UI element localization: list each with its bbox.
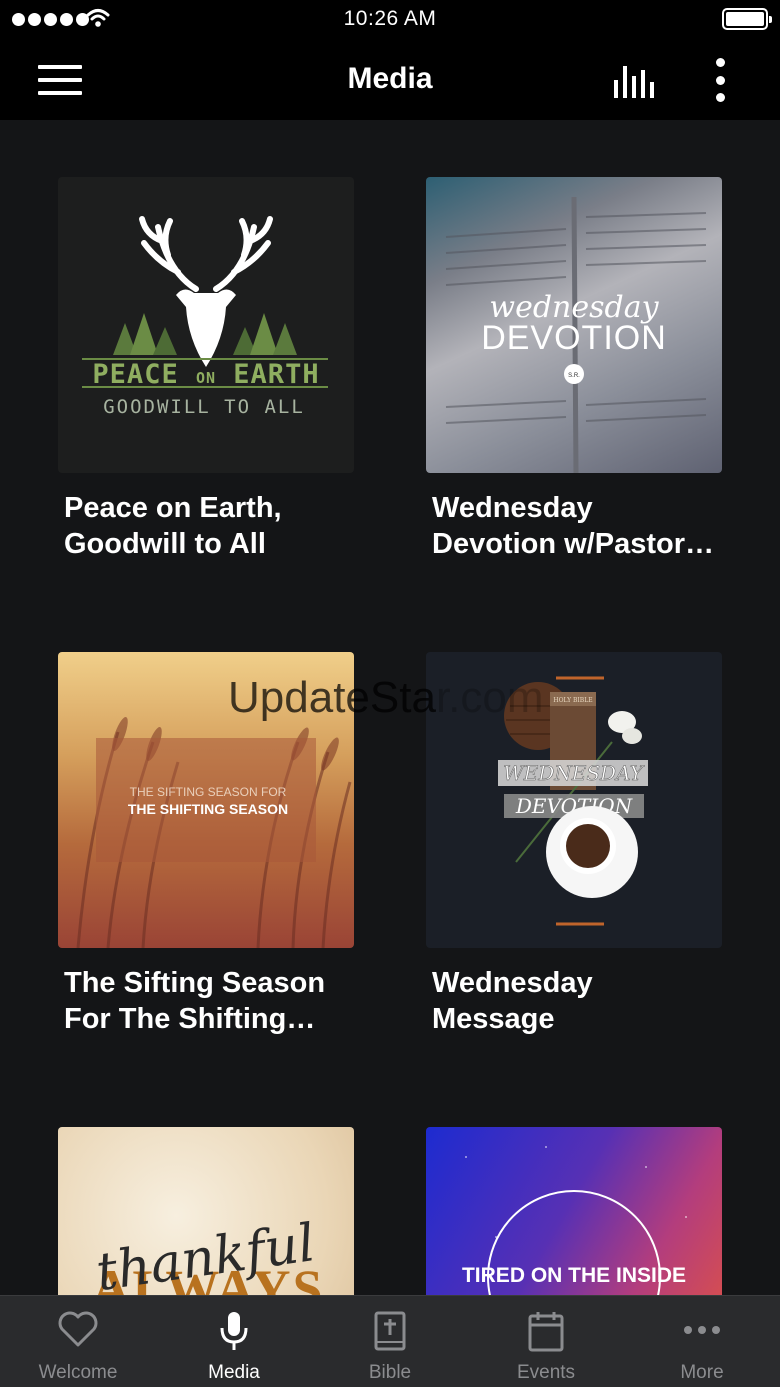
bible-coffee-artwork: HOLY BIBLE WEDNESDAY DEVOTION [498, 676, 648, 926]
battery-icon [722, 8, 772, 30]
media-card-thankful-always[interactable]: ALWAYS thankful [58, 1127, 354, 1295]
media-card-tired-on-the-inside[interactable]: TIRED ON THE INSIDE [426, 1127, 722, 1295]
media-artwork: wednesday DEVOTION S.R. [426, 177, 722, 473]
tab-label: Media [208, 1362, 260, 1383]
artwork-title: TIRED ON THE INSIDE [462, 1264, 686, 1287]
artwork-book-label: HOLY BIBLE [553, 697, 592, 704]
artwork-title: DEVOTION [481, 319, 667, 357]
media-card-title: Peace on Earth, Goodwill to All [64, 492, 282, 560]
tab-label: Welcome [38, 1362, 118, 1383]
tab-media[interactable]: Media [156, 1296, 312, 1387]
media-card-sifting-season[interactable]: THE SIFTING SEASON FOR THE SHIFTING SEAS… [58, 652, 354, 1037]
media-artwork: ALWAYS thankful [58, 1127, 354, 1295]
tab-bar: Welcome Media Bible Events More [0, 1295, 780, 1387]
artwork-title: THE SHIFTING SEASON [128, 801, 288, 817]
media-artwork: HOLY BIBLE WEDNESDAY DEVOTION [426, 652, 722, 948]
media-card-wednesday-message[interactable]: HOLY BIBLE WEDNESDAY DEVOTION Wednesday … [426, 652, 722, 1037]
media-grid: PEACE ON EARTH GOODWILL TO ALL Peace on … [0, 120, 780, 1295]
artwork-subtitle: THE SIFTING SEASON FOR [130, 785, 287, 799]
bible-icon [374, 1311, 406, 1351]
page-title: Media [347, 62, 433, 95]
thankful-artwork: ALWAYS thankful [91, 1213, 322, 1295]
wheat-field-artwork: THE SIFTING SEASON FOR THE SHIFTING SEAS… [76, 716, 352, 948]
tab-more[interactable]: More [624, 1296, 780, 1387]
more-icon [684, 1326, 720, 1334]
heart-icon [58, 1311, 98, 1347]
media-card-wednesday-devotion[interactable]: wednesday DEVOTION S.R. Wednesday Devoti… [426, 177, 722, 562]
media-card-title: Wednesday Message [432, 967, 593, 1035]
media-card-title: The Sifting Season For The Shifting Seas… [64, 967, 326, 1035]
tab-welcome[interactable]: Welcome [0, 1296, 156, 1387]
artwork-subtitle: GOODWILL TO ALL [103, 396, 305, 418]
media-artwork: PEACE ON EARTH GOODWILL TO ALL [58, 177, 354, 473]
tab-label: More [680, 1362, 724, 1383]
status-bar: 10:26 AM [0, 0, 780, 40]
media-artwork: THE SIFTING SEASON FOR THE SHIFTING SEAS… [58, 652, 354, 948]
tab-label: Bible [368, 1362, 412, 1383]
open-bible-artwork: wednesday DEVOTION S.R. [445, 196, 707, 473]
artwork-title: WEDNESDAY [503, 761, 645, 785]
deer-trees-artwork: PEACE ON EARTH GOODWILL TO ALL [82, 216, 328, 418]
media-card-peace-on-earth[interactable]: PEACE ON EARTH GOODWILL TO ALL Peace on … [58, 177, 354, 562]
calendar-icon [528, 1312, 564, 1352]
audio-bars-icon[interactable] [614, 62, 660, 98]
status-time: 10:26 AM [343, 7, 437, 30]
menu-icon[interactable] [38, 65, 82, 95]
overflow-menu-icon[interactable] [712, 58, 728, 102]
nav-bar: Media [0, 40, 780, 120]
tired-inside-artwork: TIRED ON THE INSIDE [462, 1146, 687, 1295]
media-card-title: Wednesday Devotion w/Pastor… [432, 492, 714, 560]
artwork-badge: S.R. [568, 373, 580, 379]
microphone-icon [220, 1312, 248, 1350]
tab-events[interactable]: Events [468, 1296, 624, 1387]
tab-bible[interactable]: Bible [312, 1296, 468, 1387]
media-artwork: TIRED ON THE INSIDE [426, 1127, 722, 1295]
tab-label: Events [516, 1362, 576, 1383]
